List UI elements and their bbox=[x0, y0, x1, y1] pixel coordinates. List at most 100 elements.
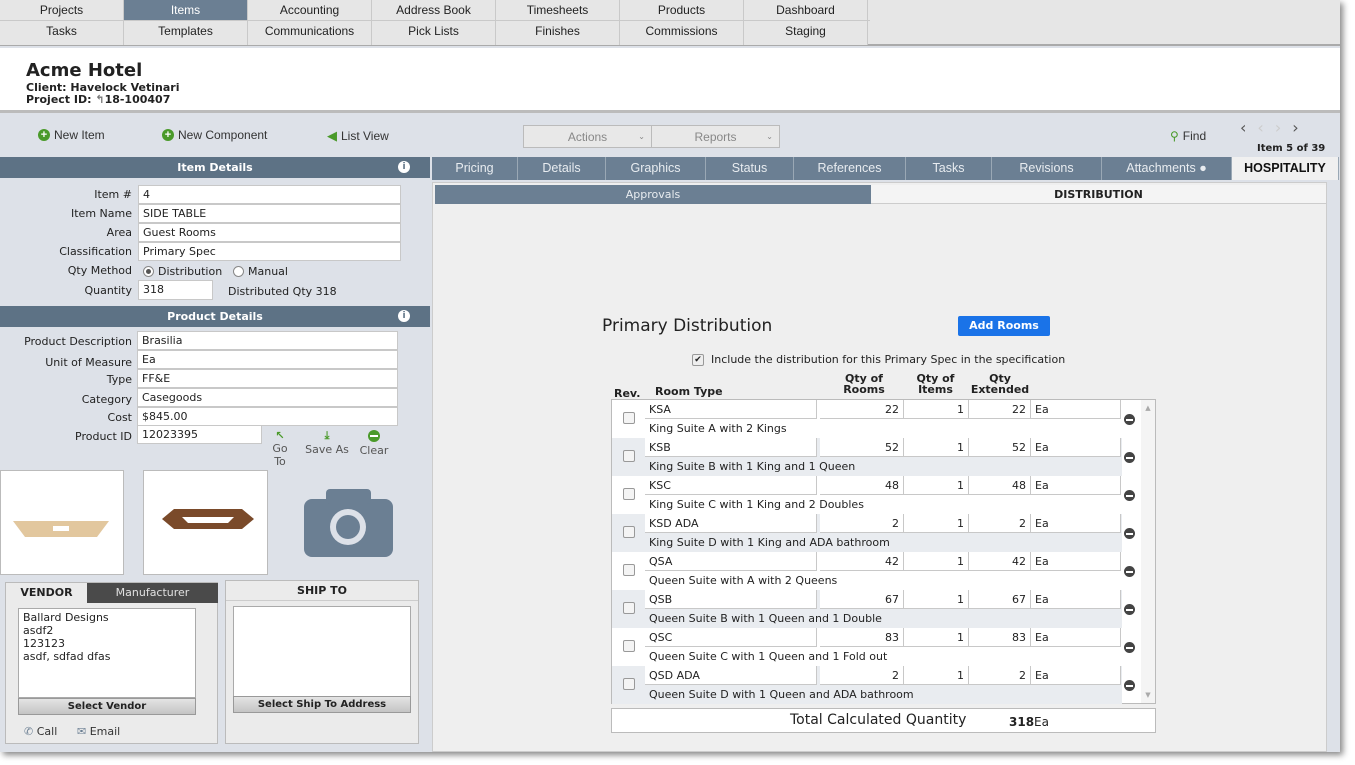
revision-checkbox[interactable] bbox=[623, 640, 635, 652]
cell-extended[interactable]: 42 bbox=[969, 552, 1031, 571]
nav-products[interactable]: Products bbox=[620, 0, 744, 20]
cell-items[interactable]: 1 bbox=[904, 628, 969, 647]
nav-address-book[interactable]: Address Book bbox=[372, 0, 496, 20]
nav-projects[interactable]: Projects bbox=[0, 0, 124, 20]
cell-extended[interactable]: 83 bbox=[969, 628, 1031, 647]
tab-tasks[interactable]: Tasks bbox=[906, 157, 992, 180]
reports-dropdown[interactable]: Reports ⌄ bbox=[651, 125, 780, 148]
nav-items[interactable]: Items bbox=[124, 0, 248, 20]
nav-accounting[interactable]: Accounting bbox=[248, 0, 372, 20]
category-input[interactable]: Casegoods bbox=[137, 388, 398, 407]
remove-row-icon[interactable] bbox=[1124, 414, 1135, 425]
find-button[interactable]: ⚲ Find bbox=[1170, 129, 1206, 143]
call-button[interactable]: ✆ Call bbox=[24, 725, 57, 738]
cell-unit[interactable]: Ea bbox=[1031, 628, 1121, 647]
new-item-button[interactable]: + New Item bbox=[38, 128, 105, 142]
cell-rooms[interactable]: 2 bbox=[820, 666, 904, 685]
item-no-input[interactable]: 4 bbox=[138, 185, 401, 204]
last-record-icon[interactable]: › bbox=[1292, 118, 1309, 137]
add-rooms-button[interactable]: Add Rooms bbox=[958, 316, 1050, 336]
remove-row-icon[interactable] bbox=[1124, 490, 1135, 501]
cell-rooms[interactable]: 48 bbox=[820, 476, 904, 495]
description-input[interactable]: Brasilia bbox=[137, 331, 398, 350]
cell-extended[interactable]: 67 bbox=[969, 590, 1031, 609]
cell-rooms[interactable]: 67 bbox=[820, 590, 904, 609]
revision-checkbox[interactable] bbox=[623, 602, 635, 614]
remove-row-icon[interactable] bbox=[1124, 604, 1135, 615]
product-image-2[interactable] bbox=[143, 470, 268, 575]
cell-unit[interactable]: Ea bbox=[1031, 438, 1121, 457]
remove-row-icon[interactable] bbox=[1124, 566, 1135, 577]
new-component-button[interactable]: + New Component bbox=[162, 128, 267, 142]
cell-items[interactable]: 1 bbox=[904, 590, 969, 609]
cell-rooms[interactable]: 83 bbox=[820, 628, 904, 647]
next-record-icon[interactable]: › bbox=[1275, 118, 1292, 137]
actions-dropdown[interactable]: Actions ⌄ bbox=[523, 125, 652, 148]
scroll-down-icon[interactable]: ▼ bbox=[1141, 691, 1155, 699]
cell-unit[interactable]: Ea bbox=[1031, 476, 1121, 495]
product-id-input[interactable]: 12023395 bbox=[137, 425, 262, 444]
nav-pick-lists[interactable]: Pick Lists bbox=[372, 21, 496, 45]
cell-items[interactable]: 1 bbox=[904, 514, 969, 533]
cell-items[interactable]: 1 bbox=[904, 476, 969, 495]
save-as-button[interactable]: ⤓ Save As bbox=[305, 429, 349, 456]
nav-finishes[interactable]: Finishes bbox=[496, 21, 620, 45]
tab-revisions[interactable]: Revisions bbox=[992, 157, 1102, 180]
product-image-1[interactable] bbox=[0, 470, 124, 575]
area-input[interactable]: Guest Rooms bbox=[138, 223, 401, 242]
cell-unit[interactable]: Ea bbox=[1031, 666, 1121, 685]
tab-references[interactable]: References bbox=[794, 157, 906, 180]
qty-method-distribution-radio[interactable]: Distribution bbox=[143, 265, 222, 278]
uom-input[interactable]: Ea bbox=[137, 350, 398, 369]
tab-attachments[interactable]: Attachments ● bbox=[1102, 157, 1232, 180]
prev-record-icon[interactable]: ‹ bbox=[1257, 118, 1274, 137]
revision-checkbox[interactable] bbox=[623, 526, 635, 538]
qty-method-manual-radio[interactable]: Manual bbox=[233, 265, 288, 278]
cell-extended[interactable]: 2 bbox=[969, 514, 1031, 533]
tab-details[interactable]: Details bbox=[518, 157, 606, 180]
list-view-button[interactable]: ◀ List View bbox=[327, 128, 389, 144]
cell-extended[interactable]: 52 bbox=[969, 438, 1031, 457]
tab-hospitality[interactable]: HOSPITALITY bbox=[1232, 157, 1339, 180]
subtab-approvals[interactable]: Approvals bbox=[435, 185, 871, 204]
cell-rooms[interactable]: 2 bbox=[820, 514, 904, 533]
cell-unit[interactable]: Ea bbox=[1031, 400, 1121, 419]
remove-row-icon[interactable] bbox=[1124, 528, 1135, 539]
tab-manufacturer[interactable]: Manufacturer bbox=[87, 583, 218, 603]
cell-rooms[interactable]: 42 bbox=[820, 552, 904, 571]
revision-checkbox[interactable] bbox=[623, 488, 635, 500]
cell-items[interactable]: 1 bbox=[904, 438, 969, 457]
cell-items[interactable]: 1 bbox=[904, 400, 969, 419]
cell-items[interactable]: 1 bbox=[904, 666, 969, 685]
nav-timesheets[interactable]: Timesheets bbox=[496, 0, 620, 20]
first-record-icon[interactable]: ‹ bbox=[1240, 118, 1257, 137]
camera-icon[interactable] bbox=[304, 489, 394, 560]
classification-input[interactable]: Primary Spec bbox=[138, 242, 401, 261]
scroll-up-icon[interactable]: ▲ bbox=[1141, 404, 1155, 412]
nav-dashboard[interactable]: Dashboard bbox=[744, 0, 868, 20]
nav-communications[interactable]: Communications bbox=[248, 21, 372, 45]
cell-extended[interactable]: 22 bbox=[969, 400, 1031, 419]
table-scrollbar[interactable]: ▲ ▼ bbox=[1141, 400, 1155, 703]
remove-row-icon[interactable] bbox=[1124, 680, 1135, 691]
nav-commissions[interactable]: Commissions bbox=[620, 21, 744, 45]
revision-checkbox[interactable] bbox=[623, 564, 635, 576]
tab-status[interactable]: Status bbox=[706, 157, 794, 180]
revision-checkbox[interactable] bbox=[623, 412, 635, 424]
tab-vendor[interactable]: VENDOR bbox=[6, 583, 87, 603]
subtab-distribution[interactable]: DISTRIBUTION bbox=[871, 185, 1326, 204]
select-ship-to-button[interactable]: Select Ship To Address bbox=[233, 696, 411, 713]
cell-unit[interactable]: Ea bbox=[1031, 552, 1121, 571]
goto-button[interactable]: ↖ Go To bbox=[265, 429, 295, 468]
nav-staging[interactable]: Staging bbox=[744, 21, 868, 45]
revision-checkbox[interactable] bbox=[623, 678, 635, 690]
include-distribution-checkbox[interactable]: ✔ Include the distribution for this Prima… bbox=[692, 353, 1065, 366]
nav-tasks[interactable]: Tasks bbox=[0, 21, 124, 45]
quantity-input[interactable]: 318 bbox=[138, 280, 213, 300]
cell-extended[interactable]: 2 bbox=[969, 666, 1031, 685]
type-input[interactable]: FF&E bbox=[137, 369, 398, 388]
clear-button[interactable]: Clear bbox=[358, 429, 390, 457]
revision-checkbox[interactable] bbox=[623, 450, 635, 462]
tab-pricing[interactable]: Pricing bbox=[432, 157, 518, 180]
cell-items[interactable]: 1 bbox=[904, 552, 969, 571]
